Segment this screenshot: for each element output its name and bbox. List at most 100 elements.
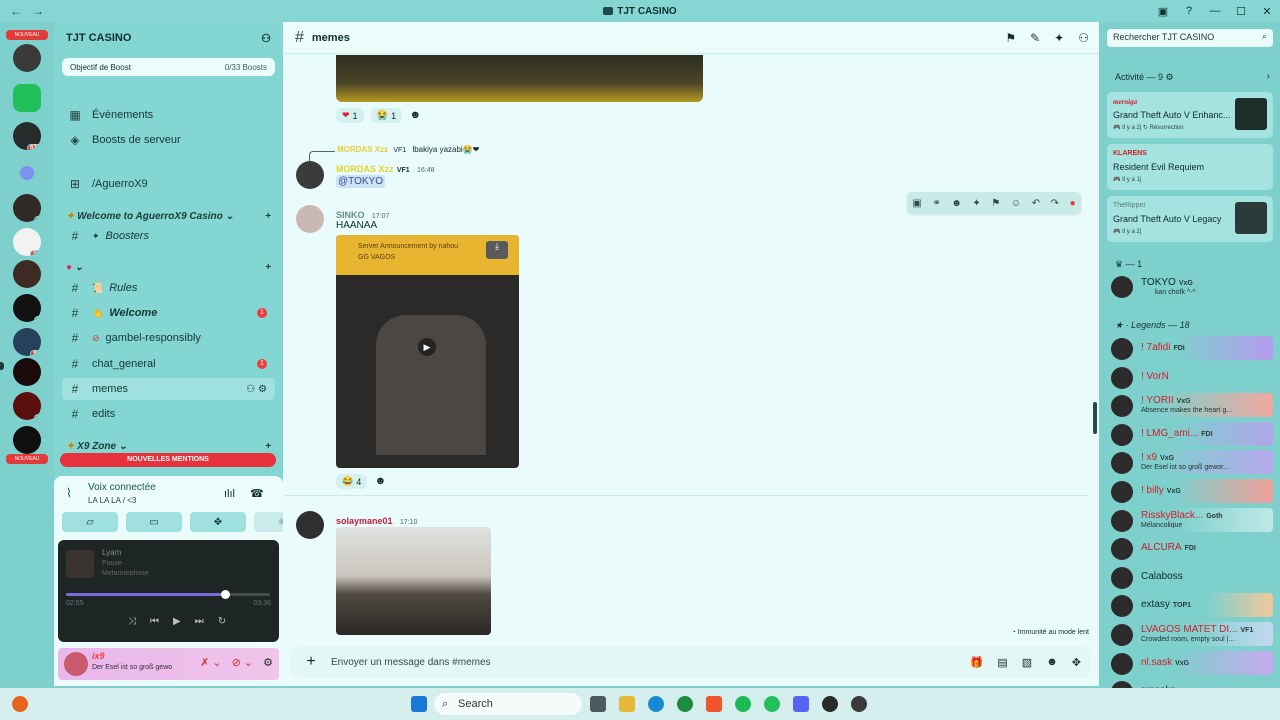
image-attachment[interactable] xyxy=(336,527,491,635)
activity-header[interactable]: Activité — 9 ⚙ xyxy=(1115,72,1174,83)
inbox-icon[interactable]: ▣ xyxy=(1150,5,1176,18)
forward-icon[interactable]: ↷ xyxy=(1051,198,1059,209)
mute-icon[interactable]: ✗ ⌄ xyxy=(200,656,222,669)
react-icon[interactable]: ☻ xyxy=(951,198,962,209)
member-item[interactable]: ! 7afidi FDI xyxy=(1111,336,1273,360)
reaction[interactable]: 😂 4 xyxy=(336,474,368,489)
emoji-icon[interactable]: ☺ xyxy=(1011,198,1021,209)
sticker-icon[interactable]: ▧ xyxy=(1022,656,1032,669)
activity-card[interactable]: KLARENS Resident Evil Requiem 🎮 Il y a 1… xyxy=(1107,144,1273,190)
scrollbar[interactable] xyxy=(1093,402,1097,434)
maximize-icon[interactable]: ☐ xyxy=(1228,5,1254,18)
members-icon[interactable]: ⚇ xyxy=(1078,31,1089,45)
sidebar-item-boosts[interactable]: ◈ Boosts de serveur xyxy=(62,129,275,151)
new-mentions-banner[interactable]: NOUVELLES MENTIONS xyxy=(60,453,276,467)
server-icon[interactable]: 86 xyxy=(13,328,41,356)
add-member-icon[interactable]: ⚇ xyxy=(261,32,271,45)
add-reaction-icon[interactable]: ☻ xyxy=(409,109,421,121)
screen-share-button[interactable]: ▭ xyxy=(126,512,182,532)
camera-off-button[interactable]: ▱ xyxy=(62,512,118,532)
member-item[interactable]: extasy TOP1 xyxy=(1111,593,1273,618)
user-panel[interactable]: ix9 Der Esel ist so groß gewo ✗ ⌄ ⊘ ⌄ ⚙ xyxy=(58,648,279,680)
steam-icon[interactable] xyxy=(822,696,838,712)
channel-gambel[interactable]: # ⊘ gambel-responsibly xyxy=(62,327,275,349)
channel-rules[interactable]: # 📜 Rules xyxy=(62,277,275,299)
avatar[interactable] xyxy=(296,511,324,539)
spotify-icon[interactable] xyxy=(735,696,751,712)
channel-chat-general[interactable]: # chat_general 1 xyxy=(62,353,275,375)
gift-icon[interactable]: 🎁 xyxy=(970,656,984,669)
channel-welcome[interactable]: # 👋 Welcome 1 xyxy=(62,302,275,324)
server-icon[interactable] xyxy=(13,44,41,72)
app-icon[interactable]: ▣ xyxy=(912,198,921,209)
member-item[interactable]: ! LMG_ami... FDI xyxy=(1111,421,1273,446)
sidebar-item-channels[interactable]: ⊞/AguerroX9 xyxy=(62,173,275,195)
reaction[interactable]: 😭 1 xyxy=(370,108,403,123)
server-header[interactable]: TJT CASINO ⚇ xyxy=(54,22,283,54)
taskview-icon[interactable] xyxy=(590,696,606,712)
member-item[interactable]: LVAGOS MATET DI... VF1 Crowded room, empty… xyxy=(1111,622,1273,646)
pin-icon[interactable]: ✦ xyxy=(1054,31,1064,45)
gear-icon[interactable]: ⚙ xyxy=(263,656,273,669)
play-icon[interactable]: ▶ xyxy=(173,616,181,627)
member-item[interactable]: ALCURA FDI xyxy=(1111,536,1273,561)
app-icon[interactable] xyxy=(12,696,28,712)
shuffle-icon[interactable]: ⤨ xyxy=(128,616,136,627)
reaction[interactable]: ❤ 1 xyxy=(336,108,364,123)
member-item[interactable]: Calaboss xyxy=(1111,565,1273,589)
help-icon[interactable]: ? xyxy=(1176,5,1202,17)
emoji-icon[interactable]: ☻ xyxy=(1046,656,1058,669)
repeat-icon[interactable]: ↻ xyxy=(218,616,226,627)
member-item[interactable]: ! VorN xyxy=(1111,365,1273,389)
pin-icon[interactable]: ✦ xyxy=(972,198,980,209)
activity-card[interactable]: TheRipper Grand Theft Auto V Legacy 🎮 Il… xyxy=(1107,196,1273,242)
apps-icon[interactable]: ✥ xyxy=(1072,656,1081,669)
next-icon[interactable]: ⏭ xyxy=(195,616,204,627)
taskbar-search[interactable]: ⌕ Search xyxy=(434,693,582,715)
voice-channel[interactable]: LA LA LA / <3 xyxy=(88,496,136,505)
upload-icon[interactable]: + xyxy=(291,653,331,671)
notification-icon[interactable]: ✎ xyxy=(1030,31,1040,45)
avatar[interactable] xyxy=(296,161,324,189)
category-welcome[interactable]: ✦ Welcome to AguerroX9 Casino ⌄ + xyxy=(66,211,271,222)
reply-icon[interactable]: ↶ xyxy=(1032,198,1040,209)
play-icon[interactable]: ▶ xyxy=(418,338,436,356)
folder-icon[interactable] xyxy=(619,696,635,712)
server-icon[interactable]: 7 xyxy=(13,194,41,222)
activity-card[interactable]: merniga Grand Theft Auto V Enhanc... 🎮 I… xyxy=(1107,92,1273,138)
server-icon[interactable] xyxy=(13,426,41,454)
app-icon[interactable] xyxy=(764,696,780,712)
download-icon[interactable]: ⤓ xyxy=(486,241,508,259)
close-icon[interactable]: ✕ xyxy=(1254,5,1280,18)
category-x9[interactable]: ✦ X9 Zone ⌄ + xyxy=(66,441,271,452)
app-icon[interactable] xyxy=(851,696,867,712)
sidebar-item-events[interactable]: ▦ Événements xyxy=(62,104,275,126)
activities-button[interactable]: ✥ xyxy=(190,512,246,532)
soundboard-icon[interactable]: ılıl xyxy=(224,488,235,500)
minimize-icon[interactable]: — xyxy=(1202,5,1228,17)
discord-icon[interactable] xyxy=(793,696,809,712)
category-2[interactable]: ● ⌄ + xyxy=(66,262,271,273)
server-icon[interactable] xyxy=(13,260,41,288)
mention[interactable]: @TOKYO xyxy=(336,175,385,188)
image-attachment[interactable] xyxy=(336,55,703,102)
previous-icon[interactable]: ⏮ xyxy=(150,616,159,627)
folder-icon[interactable] xyxy=(20,166,34,180)
gif-icon[interactable]: ▤ xyxy=(997,656,1007,669)
add-reaction-icon[interactable]: ☻ xyxy=(375,475,387,487)
server-icon[interactable]: 9 xyxy=(13,294,41,322)
delete-icon[interactable]: ● xyxy=(1070,198,1076,209)
boost-goal[interactable]: Objectif de Boost 0/33 Boosts xyxy=(62,58,275,76)
edge-icon[interactable] xyxy=(648,696,664,712)
server-icon[interactable]: 3 xyxy=(13,392,41,420)
member-item[interactable]: RisskyBlack... Goth Mélancolique xyxy=(1111,507,1273,532)
reply-preview[interactable]: MORDAS Xzz VF1 lbakiya yazabi😭❤ xyxy=(337,145,479,154)
search-input[interactable]: Rechercher TJT CASINO ⌕ xyxy=(1107,29,1273,47)
server-icon[interactable]: 637 xyxy=(13,122,41,150)
deafen-icon[interactable]: ⊘ ⌄ xyxy=(232,656,254,669)
avatar[interactable] xyxy=(64,652,88,676)
member-item[interactable]: ! YORII VxG Absence makes the heart g... xyxy=(1111,393,1273,418)
windows-start-icon[interactable] xyxy=(411,696,427,712)
avatar[interactable] xyxy=(296,205,324,233)
message-composer[interactable]: + Envoyer un message dans #memes 🎁 ▤ ▧ ☻… xyxy=(291,646,1091,678)
